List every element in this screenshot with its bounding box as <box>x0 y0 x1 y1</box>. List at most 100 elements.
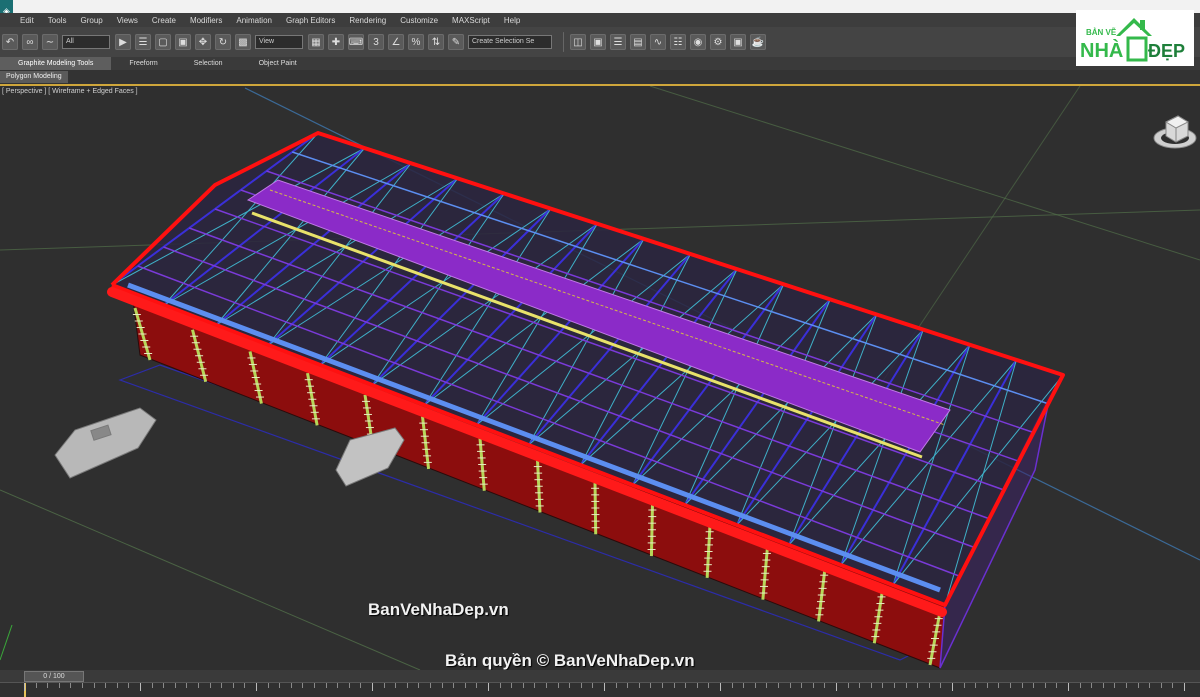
timeline-tick <box>163 683 165 688</box>
timeline-tick <box>302 683 304 688</box>
tab-selection[interactable]: Selection <box>176 57 241 70</box>
keyboard-shortcut-icon[interactable]: ⌨ <box>348 34 364 50</box>
timeline-tick <box>801 683 803 688</box>
pivot-icon[interactable]: ▦ <box>308 34 324 50</box>
timeline-tick <box>836 683 837 691</box>
tab-polygon-modeling[interactable]: Polygon Modeling <box>0 71 68 83</box>
timeline-bar: 0 / 100 <box>0 670 1200 697</box>
timeline-tick <box>1172 683 1174 688</box>
select-object-icon[interactable]: ▶ <box>115 34 131 50</box>
timeline-tick <box>696 683 698 688</box>
timeline-tick <box>882 683 884 688</box>
angle-snap-icon[interactable]: ∠ <box>388 34 404 50</box>
render-production-icon[interactable]: ☕ <box>750 34 766 50</box>
timeline-tick <box>488 683 489 691</box>
timeline-tick <box>1184 683 1185 691</box>
timeline-tick <box>406 683 408 688</box>
grid-line <box>649 86 1200 261</box>
rotate-icon[interactable]: ↻ <box>215 34 231 50</box>
perspective-viewport[interactable]: [ Perspective ] [ Wireframe + Edged Face… <box>0 86 1200 670</box>
menu-item-customize[interactable]: Customize <box>400 16 438 25</box>
timeline-tick <box>360 683 362 688</box>
snap-icon[interactable]: 3 <box>368 34 384 50</box>
percent-snap-icon[interactable]: % <box>408 34 424 50</box>
timeline-tick <box>592 683 594 688</box>
undo-icon[interactable]: ↶ <box>2 34 18 50</box>
spinner-snap-icon[interactable]: ⇅ <box>428 34 444 50</box>
menu-item-tools[interactable]: Tools <box>48 16 67 25</box>
curve-editor-icon[interactable]: ∿ <box>650 34 666 50</box>
timeline-tick <box>93 683 95 688</box>
unlink-icon[interactable]: ∼ <box>42 34 58 50</box>
material-editor-icon[interactable]: ◉ <box>690 34 706 50</box>
menu-item-create[interactable]: Create <box>152 16 176 25</box>
timeline-tick <box>221 683 223 688</box>
brand-logo: BẢN VẼ NHÀ ĐẸP <box>1076 10 1194 66</box>
timeline-tick <box>940 683 942 688</box>
timeline-tick <box>673 683 675 688</box>
timeline-tick <box>372 683 373 691</box>
menu-item-modifiers[interactable]: Modifiers <box>190 16 222 25</box>
timeline-tick <box>499 683 501 688</box>
menu-bar: Edit Tools Group Views Create Modifiers Animat… <box>0 13 1200 27</box>
viewcube-icon[interactable] <box>1152 108 1198 154</box>
timeline-tick <box>766 683 768 688</box>
timeline-tick <box>1149 683 1151 688</box>
schematic-view-icon[interactable]: ☷ <box>670 34 686 50</box>
title-bar <box>0 0 1200 13</box>
timeline-tick <box>720 683 721 691</box>
rect-selection-icon[interactable]: ▢ <box>155 34 171 50</box>
timeline-tick <box>70 683 72 688</box>
vehicle-model-2 <box>335 427 405 487</box>
timeline-tick <box>1126 683 1127 688</box>
menu-item-edit[interactable]: Edit <box>20 16 34 25</box>
mirror-icon[interactable]: ◫ <box>570 34 586 50</box>
menu-item-help[interactable]: Help <box>504 16 520 25</box>
layer-manager-icon[interactable]: ☰ <box>610 34 626 50</box>
timeline-tick <box>662 683 663 688</box>
tab-freeform[interactable]: Freeform <box>111 57 175 70</box>
timeline-tick <box>963 683 965 688</box>
time-slider[interactable]: 0 / 100 <box>24 671 84 682</box>
menu-item-animation[interactable]: Animation <box>236 16 272 25</box>
timeline-tick <box>209 683 211 688</box>
tab-graphite-modeling-tools[interactable]: Graphite Modeling Tools <box>0 57 112 70</box>
selection-filter-dropdown[interactable]: All <box>62 35 110 49</box>
timeline-tick <box>128 683 130 688</box>
tab-object-paint[interactable]: Object Paint <box>241 57 315 70</box>
menu-item-views[interactable]: Views <box>117 16 138 25</box>
manipulate-icon[interactable]: ✚ <box>328 34 344 50</box>
menu-item-graph-editors[interactable]: Graph Editors <box>286 16 335 25</box>
timeline-track[interactable] <box>0 682 1200 697</box>
timeline-tick <box>743 683 745 688</box>
timeline-tick <box>708 683 710 688</box>
window-crossing-icon[interactable]: ▣ <box>175 34 191 50</box>
render-setup-icon[interactable]: ⚙ <box>710 34 726 50</box>
timeline-tick <box>1114 683 1116 688</box>
timeline-tick <box>650 683 652 688</box>
timeline-tick <box>151 683 153 688</box>
graphite-toggle-icon[interactable]: ▤ <box>630 34 646 50</box>
timeline-tick <box>279 683 281 688</box>
timeline-tick <box>847 683 849 688</box>
timeline-tick <box>917 683 919 688</box>
viewport-label[interactable]: [ Perspective ] [ Wireframe + Edged Face… <box>2 88 138 95</box>
named-selection-set-dropdown[interactable]: Create Selection Se <box>468 35 552 49</box>
timeline-tick <box>557 683 559 688</box>
scale-icon[interactable]: ▩ <box>235 34 251 50</box>
menu-item-rendering[interactable]: Rendering <box>349 16 386 25</box>
timeline-tick <box>267 683 269 688</box>
edit-named-sets-icon[interactable]: ✎ <box>448 34 464 50</box>
link-icon[interactable]: ∞ <box>22 34 38 50</box>
rendered-frame-icon[interactable]: ▣ <box>730 34 746 50</box>
timeline-tick <box>1091 683 1093 688</box>
align-icon[interactable]: ▣ <box>590 34 606 50</box>
move-icon[interactable]: ✥ <box>195 34 211 50</box>
timeline-tick <box>314 683 315 688</box>
ref-coord-dropdown[interactable]: View <box>255 35 303 49</box>
select-by-name-icon[interactable]: ☰ <box>135 34 151 50</box>
timeline-tick <box>522 683 524 688</box>
timeline-tick <box>395 683 397 688</box>
menu-item-group[interactable]: Group <box>80 16 102 25</box>
menu-item-maxscript[interactable]: MAXScript <box>452 16 490 25</box>
